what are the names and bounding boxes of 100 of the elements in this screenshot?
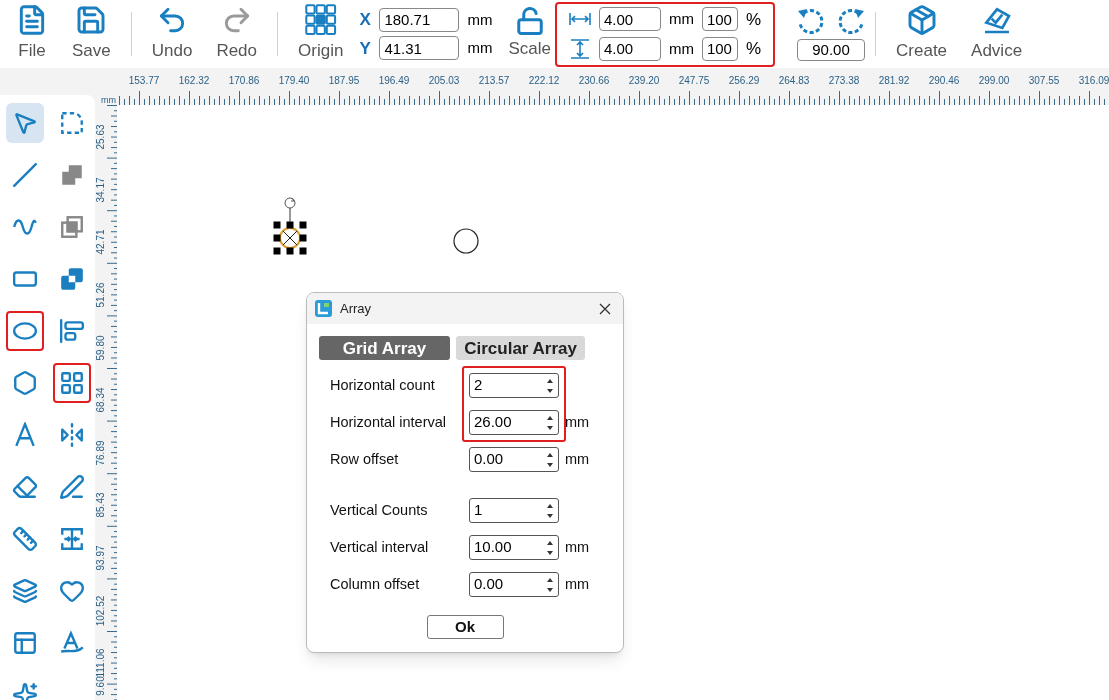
- ruler-icon: [12, 526, 39, 552]
- line-icon: [12, 162, 39, 188]
- pen-icon: [58, 474, 85, 500]
- ruler-label: 230.66: [577, 74, 611, 88]
- unit-label: mm: [565, 412, 590, 432]
- advice-button[interactable]: Advice: [959, 2, 1035, 66]
- rotation-field[interactable]: 90.00: [797, 39, 866, 61]
- spinbox-value: 26.00: [474, 412, 512, 433]
- coordinate-field[interactable]: 180.71: [379, 7, 460, 32]
- scale-lock-button[interactable]: Scale: [508, 2, 551, 66]
- width-arrows-icon: [568, 11, 591, 28]
- hexagon-icon: [12, 370, 39, 396]
- ruler-unit: mm: [100, 95, 117, 105]
- ruler-label: 222.12: [527, 74, 561, 88]
- circle-shape[interactable]: [453, 228, 479, 254]
- spinbox-value: 1: [474, 500, 483, 521]
- spin-arrows-icon[interactable]: [546, 451, 554, 468]
- intersect-icon: [58, 214, 85, 240]
- ruler-label: 316.09: [1077, 74, 1109, 88]
- grid-origin-icon: [304, 4, 337, 37]
- field-label: Column offset: [330, 574, 420, 594]
- unlock-icon: [514, 6, 545, 37]
- ruler-label: 85.43: [96, 492, 106, 518]
- rotate-left-icon[interactable]: [795, 7, 826, 37]
- heart-icon: [58, 578, 85, 604]
- ruler-label: 273.38: [827, 74, 861, 88]
- unit-label: mm: [668, 9, 694, 29]
- size-field[interactable]: 4.00: [598, 36, 661, 61]
- number-spinbox[interactable]: 1: [469, 498, 559, 523]
- field-label: Horizontal count: [330, 375, 435, 395]
- app-logo-icon: [315, 300, 332, 317]
- spin-arrows-icon[interactable]: [546, 502, 554, 519]
- file-button[interactable]: File: [4, 2, 60, 66]
- coordinate-field[interactable]: 41.31: [379, 36, 460, 61]
- number-spinbox[interactable]: 0.00: [469, 572, 559, 597]
- ruler-label: 256.29: [727, 74, 761, 88]
- percent-label: %: [745, 38, 762, 60]
- ruler-label: 299.00: [977, 74, 1011, 88]
- unit-label: mm: [668, 38, 694, 59]
- origin-button[interactable]: Origin: [286, 2, 356, 66]
- number-spinbox[interactable]: 10.00: [469, 535, 559, 560]
- ok-button[interactable]: Ok: [426, 615, 504, 639]
- ruler-label: 307.55: [1027, 74, 1061, 88]
- ruler-label: 42.71: [96, 229, 106, 255]
- eraser-icon: [12, 474, 39, 500]
- unit-label: mm: [565, 449, 590, 469]
- ruler-label: 111.06: [96, 648, 106, 678]
- size-field[interactable]: 4.00: [598, 7, 661, 32]
- tool-button[interactable]: [52, 363, 91, 403]
- percent-label: %: [745, 8, 762, 31]
- mirror-icon: [58, 422, 85, 448]
- ruler-label: 281.92: [877, 74, 911, 88]
- ruler-label: 9.60: [96, 675, 106, 696]
- ruler-label: 196.49: [377, 74, 411, 88]
- height-arrows-icon: [568, 38, 591, 59]
- ruler-label: 247.75: [677, 74, 711, 88]
- number-spinbox[interactable]: 2: [469, 373, 559, 398]
- spinbox-value: 10.00: [474, 537, 512, 558]
- percent-field[interactable]: 100: [701, 36, 738, 61]
- grid-icon: [58, 370, 85, 396]
- spinbox-value: 0.00: [474, 449, 504, 470]
- close-icon[interactable]: [599, 302, 611, 315]
- save-button[interactable]: Save: [60, 2, 123, 66]
- tool-button[interactable]: [6, 103, 45, 143]
- spin-arrows-icon[interactable]: [546, 377, 554, 394]
- sparkle-icon: [12, 682, 39, 700]
- undo-button[interactable]: Undo: [139, 2, 205, 66]
- text-path-icon: [58, 630, 85, 656]
- overlap-squares-icon: [58, 266, 85, 292]
- number-spinbox[interactable]: 0.00: [469, 447, 559, 472]
- unit-label: mm: [565, 537, 590, 557]
- percent-field[interactable]: 100: [701, 7, 738, 32]
- dialog-tab[interactable]: Grid Array: [319, 336, 450, 360]
- spin-arrows-icon[interactable]: [546, 539, 554, 556]
- ruler-label: 187.95: [327, 74, 361, 88]
- align-left-icon: [58, 318, 85, 344]
- ruler-label: 153.77: [127, 74, 161, 88]
- layers-icon: [12, 578, 39, 604]
- ruler-label: 170.86: [227, 74, 261, 88]
- number-spinbox[interactable]: 26.00: [469, 410, 559, 435]
- field-label: Horizontal interval: [330, 412, 447, 432]
- unit-label: mm: [565, 574, 590, 594]
- ruler-label: 239.20: [627, 74, 661, 88]
- ruler-label: 162.32: [177, 74, 211, 88]
- field-label: Row offset: [330, 449, 399, 469]
- dialog-tab[interactable]: Circular Array: [456, 336, 585, 360]
- layout-icon: [12, 630, 39, 656]
- field-label: Vertical interval: [330, 537, 429, 557]
- ruler-label: 34.17: [96, 177, 106, 203]
- create-button[interactable]: Create: [884, 2, 960, 66]
- dialog-title: Array: [340, 299, 373, 318]
- ruler-label: 213.57: [477, 74, 511, 88]
- ruler-label: 264.83: [777, 74, 811, 88]
- axis-label: X: [359, 9, 372, 31]
- spin-arrows-icon[interactable]: [546, 576, 554, 593]
- pointer-icon: [12, 110, 39, 136]
- ruler-label: 102.52: [96, 595, 106, 626]
- spin-arrows-icon[interactable]: [546, 414, 554, 431]
- tool-button[interactable]: [6, 311, 45, 351]
- ruler-label: 68.34: [96, 387, 106, 413]
